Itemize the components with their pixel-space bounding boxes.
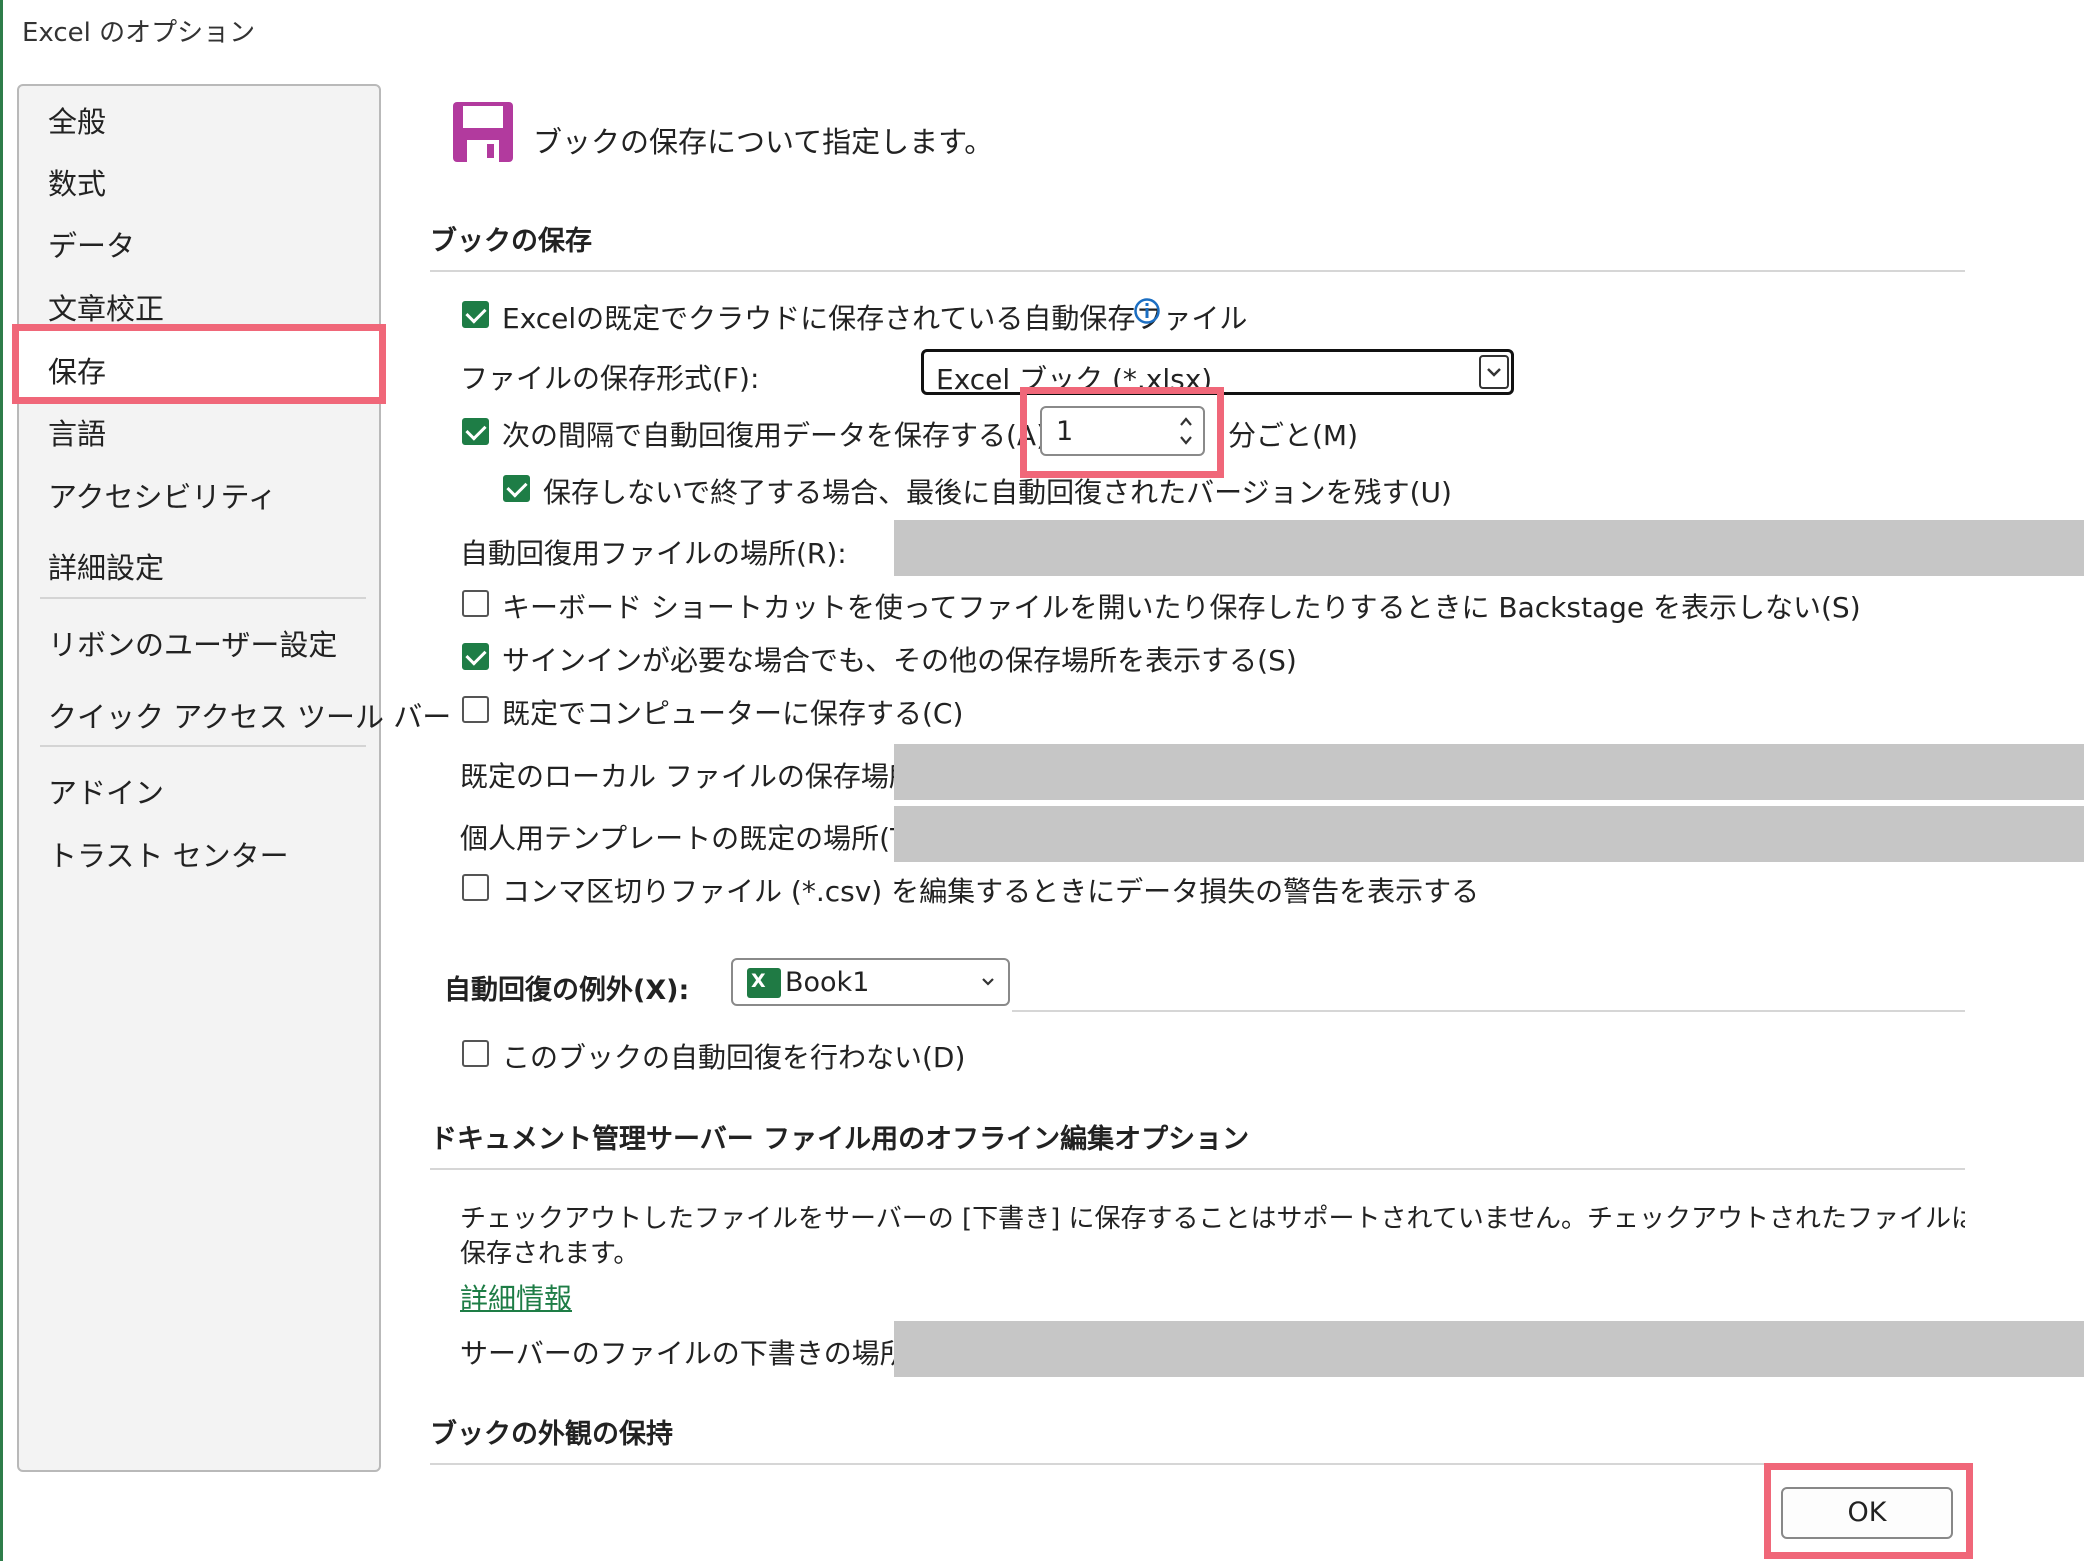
autorecover-location-label: 自動回復用ファイルの場所(R): xyxy=(460,537,847,570)
sidebar-item-accessibility[interactable]: アクセシビリティ xyxy=(48,474,277,516)
offline-description-line1: チェックアウトしたファイルをサーバーの [下書き] に保存することはサポートされ… xyxy=(460,1204,1965,1234)
section-divider xyxy=(430,1463,1965,1465)
autorecover-label: 次の間隔で自動回復用データを保存する(A): xyxy=(502,419,1057,452)
sidebar-item-trust-center[interactable]: トラスト センター xyxy=(48,833,289,875)
window-border xyxy=(0,0,3,1561)
keep-last-version-checkbox[interactable] xyxy=(503,475,530,502)
save-to-computer-label: 既定でコンピューターに保存する(C) xyxy=(502,697,964,730)
file-format-label: ファイルの保存形式(F): xyxy=(460,362,760,395)
default-local-location-input[interactable] xyxy=(894,744,2084,800)
show-other-locations-checkbox[interactable] xyxy=(462,643,489,670)
csv-warning-label: コンマ区切りファイル (*.csv) を編集するときにデータ損失の警告を表示する xyxy=(502,875,1480,908)
section-divider xyxy=(1012,1010,1965,1012)
sidebar-item-save[interactable]: 保存 xyxy=(48,349,106,391)
annotation-highlight-minutes xyxy=(1020,387,1224,478)
info-icon[interactable] xyxy=(1133,297,1161,325)
autorecover-location-input[interactable] xyxy=(894,520,2084,576)
sidebar-item-language[interactable]: 言語 xyxy=(48,411,106,453)
section-divider xyxy=(430,270,1965,272)
default-local-location-label: 既定のローカル ファイルの保存場所(I): xyxy=(460,760,957,793)
sidebar-item-quick-access-toolbar[interactable]: クイック アクセス ツール バー xyxy=(48,694,451,736)
disable-autorecover-label: このブックの自動回復を行わない(D) xyxy=(502,1041,966,1074)
chevron-down-icon xyxy=(982,978,994,986)
section-title-preserve-appearance: ブックの外観の保持 xyxy=(430,1419,673,1450)
annotation-highlight-ok xyxy=(1764,1463,1973,1559)
sidebar-item-formulas[interactable]: 数式 xyxy=(48,161,106,203)
section-title-offline-editing: ドキュメント管理サーバー ファイル用のオフライン編集オプション xyxy=(430,1124,1250,1155)
chevron-down-icon xyxy=(1479,355,1509,389)
personal-templates-input[interactable] xyxy=(894,806,2084,862)
sidebar-item-data[interactable]: データ xyxy=(48,223,135,265)
keep-last-version-label: 保存しないで終了する場合、最後に自動回復されたバージョンを残す(U) xyxy=(543,476,1452,509)
drafts-location-label: サーバーのファイルの下書きの場所(V): xyxy=(460,1337,959,1370)
no-backstage-label: キーボード ショートカットを使ってファイルを開いたり保存したりするときに Bac… xyxy=(502,591,1861,624)
csv-warning-checkbox[interactable] xyxy=(462,874,489,901)
sidebar-separator xyxy=(40,597,366,599)
sidebar-separator xyxy=(40,745,366,747)
page-description: ブックの保存について指定します。 xyxy=(533,125,994,159)
workbook-select[interactable]: X Book1 xyxy=(731,958,1010,1006)
save-to-computer-checkbox[interactable] xyxy=(462,696,489,723)
autorecover-minutes-suffix: 分ごと(M) xyxy=(1228,419,1359,452)
disable-autorecover-checkbox[interactable] xyxy=(462,1040,489,1067)
sidebar-item-advanced[interactable]: 詳細設定 xyxy=(48,545,164,587)
drafts-location-input[interactable] xyxy=(894,1321,2084,1377)
autorecover-checkbox[interactable] xyxy=(462,418,489,445)
section-title-save-workbooks: ブックの保存 xyxy=(430,226,592,257)
workbook-select-value: Book1 xyxy=(785,967,870,998)
no-backstage-checkbox[interactable] xyxy=(462,590,489,617)
sidebar-item-general[interactable]: 全般 xyxy=(48,99,106,141)
offline-description-line2: 保存されます。 xyxy=(460,1239,640,1269)
sidebar-item-proofing[interactable]: 文章校正 xyxy=(48,286,164,328)
window-title: Excel のオプション xyxy=(22,18,256,48)
autorecover-exceptions-label: 自動回復の例外(X): xyxy=(444,975,690,1006)
excel-file-icon: X xyxy=(747,968,781,998)
cloud-autosave-checkbox[interactable] xyxy=(462,301,489,328)
more-info-link[interactable]: 詳細情報 xyxy=(460,1277,572,1317)
section-divider xyxy=(430,1168,1965,1170)
save-icon xyxy=(453,102,513,162)
show-other-locations-label: サインインが必要な場合でも、その他の保存場所を表示する(S) xyxy=(502,644,1297,677)
personal-templates-label: 個人用テンプレートの既定の場所(T): xyxy=(460,822,928,855)
sidebar-item-customize-ribbon[interactable]: リボンのユーザー設定 xyxy=(48,622,337,664)
sidebar-item-addins[interactable]: アドイン xyxy=(48,770,164,812)
